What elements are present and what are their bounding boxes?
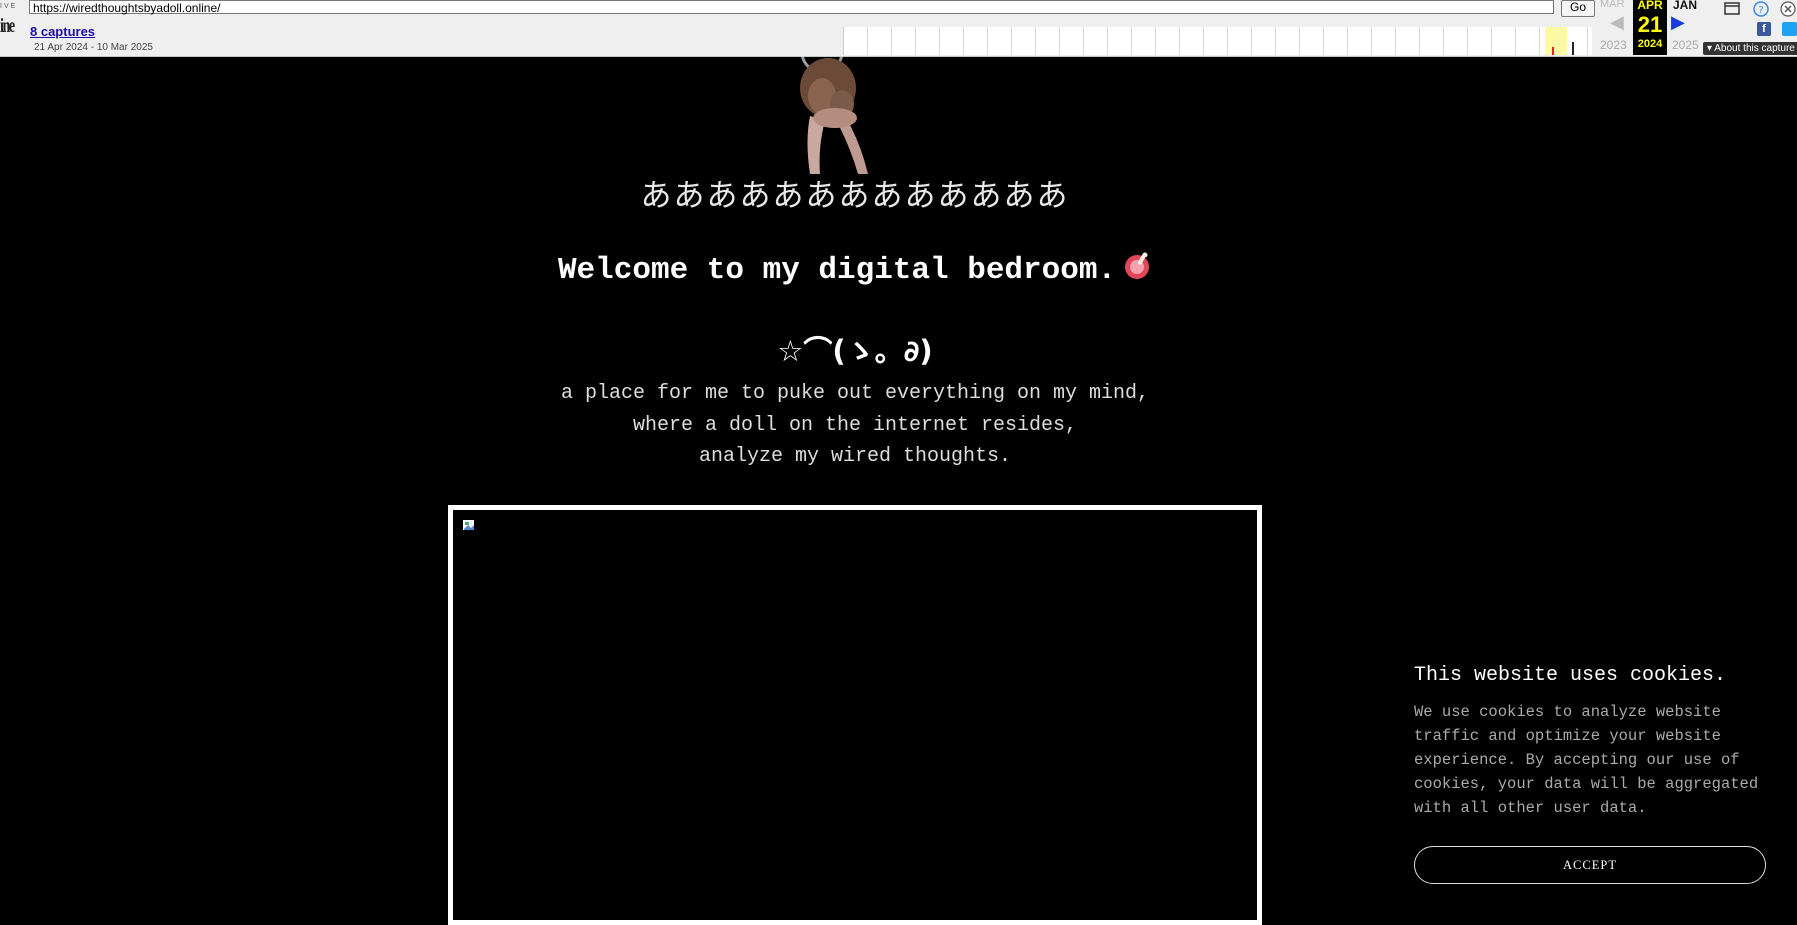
prev-capture-arrow-icon[interactable]: ◀ xyxy=(1610,12,1624,33)
welcome-text: Welcome to my digital bedroom. xyxy=(557,253,1117,288)
kaomoji: ☆⌒(ゝ。∂) xyxy=(777,334,933,368)
intro-line: analyze my wired thoughts. xyxy=(698,445,1012,468)
facebook-share-icon[interactable]: f xyxy=(1757,22,1771,36)
intro-paragraph: a place for me to puke out everything on… xyxy=(0,378,1710,473)
help-icon[interactable]: ? xyxy=(1753,1,1769,17)
next-year-label[interactable]: 2025 xyxy=(1672,38,1699,52)
prev-month-label[interactable]: MAR xyxy=(1600,0,1624,10)
url-input[interactable]: https://wiredthoughtsbyadoll.online/ xyxy=(29,0,1554,15)
intro-line: where a doll on the internet resides, xyxy=(632,413,1078,437)
japanese-glyph-banner: あああああああああああああ xyxy=(640,178,1070,214)
about-capture-label: About this capture xyxy=(1714,43,1795,54)
go-button[interactable]: Go xyxy=(1561,0,1595,17)
current-month-label: APR xyxy=(1637,0,1663,12)
accept-button[interactable]: ACCEPT xyxy=(1414,846,1766,884)
timeline-capture-mark xyxy=(1552,47,1554,55)
calendar-icon[interactable] xyxy=(1724,1,1740,15)
welcome-heading: Welcome to my digital bedroom. xyxy=(0,251,1710,288)
embedded-media-frame[interactable] xyxy=(448,505,1262,925)
next-capture-arrow-icon[interactable]: ▶ xyxy=(1671,12,1685,33)
timeline-cursor xyxy=(1572,42,1574,55)
current-day-label: 21 xyxy=(1637,12,1663,37)
close-icon[interactable] xyxy=(1780,1,1796,17)
capture-date-range: 21 Apr 2024 - 10 Mar 2025 xyxy=(34,42,153,53)
twitter-share-icon[interactable] xyxy=(1782,22,1797,36)
cookie-banner: This website uses cookies. We use cookie… xyxy=(1414,664,1768,884)
cookie-title: This website uses cookies. xyxy=(1414,664,1727,687)
doll-figure-image xyxy=(780,30,880,174)
next-month-label[interactable]: JAN xyxy=(1673,0,1697,12)
about-capture-dropdown[interactable]: ▾ About this capture xyxy=(1703,42,1797,55)
broken-image-icon xyxy=(462,517,476,531)
svg-text:?: ? xyxy=(1758,5,1763,16)
wayback-logo[interactable]: ine xyxy=(0,15,15,38)
current-year-label: 2024 xyxy=(1637,38,1663,50)
cookie-body: We use cookies to analyze website traffi… xyxy=(1414,703,1759,817)
wayback-logo-top: IVE xyxy=(0,3,18,10)
prev-year-label[interactable]: 2023 xyxy=(1600,38,1627,52)
meat-on-bone-icon xyxy=(1122,251,1152,281)
wayback-toolbar: IVE ine https://wiredthoughtsbyadoll.onl… xyxy=(0,0,1797,57)
captures-link[interactable]: 8 captures xyxy=(30,24,95,39)
intro-line: a place for me to puke out everything on… xyxy=(560,382,1150,405)
capture-timeline[interactable] xyxy=(843,27,1592,55)
timeline-current-year[interactable] xyxy=(1545,27,1567,55)
